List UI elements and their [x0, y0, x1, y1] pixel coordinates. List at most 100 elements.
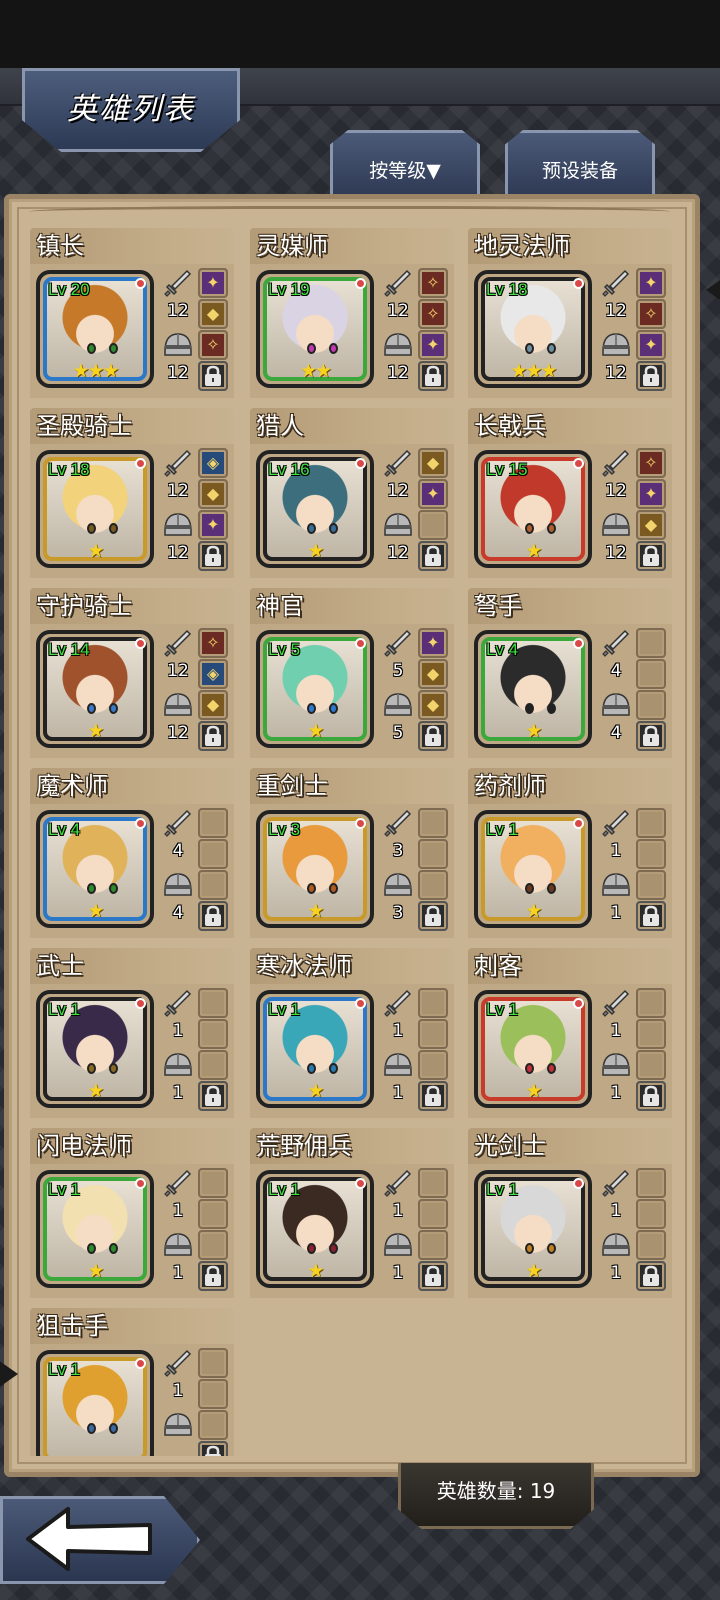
locked-slot[interactable] — [198, 361, 228, 391]
locked-slot[interactable] — [636, 1261, 666, 1291]
hero-card[interactable]: 刺客 Lv 1 ★ 1 1 — [468, 948, 672, 1118]
hero-portrait[interactable]: Lv 18 ★★★ — [474, 270, 592, 388]
hero-card[interactable]: 寒冰法师 Lv 1 ★ 1 1 — [250, 948, 454, 1118]
equipment-slot-empty[interactable] — [636, 690, 666, 720]
hero-card[interactable]: 镇长 Lv 20 ★★★ 12 12 ✦ ◆ ✧ — [30, 228, 234, 398]
hero-card[interactable]: 魔术师 Lv 4 ★ 4 4 — [30, 768, 234, 938]
equipment-slot-empty[interactable] — [198, 1168, 228, 1198]
equipment-slot-empty[interactable] — [198, 1199, 228, 1229]
equipment-slot-empty[interactable] — [636, 1230, 666, 1260]
equipment-slot-empty[interactable] — [418, 510, 448, 540]
equipment-slot[interactable]: ◆ — [418, 690, 448, 720]
hero-card[interactable]: 闪电法师 Lv 1 ★ 1 1 — [30, 1128, 234, 1298]
locked-slot[interactable] — [636, 901, 666, 931]
equipment-slot-empty[interactable] — [418, 808, 448, 838]
locked-slot[interactable] — [636, 361, 666, 391]
locked-slot[interactable] — [198, 541, 228, 571]
equipment-slot-empty[interactable] — [198, 1379, 228, 1409]
hero-portrait[interactable]: Lv 3 ★ — [256, 810, 374, 928]
locked-slot[interactable] — [418, 721, 448, 751]
hero-card[interactable]: 长戟兵 Lv 15 ★ 12 12 ✧ ✦ ◆ — [468, 408, 672, 578]
locked-slot[interactable] — [198, 1081, 228, 1111]
equipment-slot-empty[interactable] — [418, 988, 448, 1018]
hero-portrait[interactable]: Lv 1 ★ — [36, 1170, 154, 1288]
equipment-slot[interactable]: ✧ — [198, 330, 228, 360]
locked-slot[interactable] — [198, 901, 228, 931]
hero-portrait[interactable]: Lv 1 ★ — [474, 990, 592, 1108]
equipment-slot-empty[interactable] — [198, 808, 228, 838]
equipment-slot[interactable]: ◆ — [198, 479, 228, 509]
hero-grid[interactable]: 镇长 Lv 20 ★★★ 12 12 ✦ ◆ ✧ 灵媒师 Lv 19 ★★ 12 12 ✧ ✧ ✦ 地灵法师 Lv… — [30, 228, 680, 1456]
equipment-slot-empty[interactable] — [418, 870, 448, 900]
equipment-slot[interactable]: ◆ — [198, 690, 228, 720]
hero-card[interactable]: 圣殿骑士 Lv 18 ★ 12 12 ◈ ◆ ✦ — [30, 408, 234, 578]
equipment-slot[interactable]: ✧ — [418, 268, 448, 298]
equipment-slot[interactable]: ✧ — [418, 299, 448, 329]
equipment-slot-empty[interactable] — [418, 1019, 448, 1049]
locked-slot[interactable] — [636, 1081, 666, 1111]
equipment-slot[interactable]: ✧ — [198, 628, 228, 658]
equipment-slot-empty[interactable] — [198, 1230, 228, 1260]
equipment-slot[interactable]: ◈ — [198, 448, 228, 478]
equipment-slot[interactable]: ✦ — [198, 510, 228, 540]
equipment-slot[interactable]: ✦ — [418, 628, 448, 658]
equipment-slot[interactable]: ✦ — [418, 330, 448, 360]
hero-portrait[interactable]: Lv 1 ★ — [474, 810, 592, 928]
equipment-slot-empty[interactable] — [418, 839, 448, 869]
equipment-slot[interactable]: ✦ — [636, 268, 666, 298]
hero-card[interactable]: 重剑士 Lv 3 ★ 3 3 — [250, 768, 454, 938]
equipment-slot-empty[interactable] — [636, 659, 666, 689]
hero-card[interactable]: 神官 Lv 5 ★ 5 5 ✦ ◆ ◆ — [250, 588, 454, 758]
locked-slot[interactable] — [198, 1441, 228, 1456]
hero-portrait[interactable]: Lv 4 ★ — [36, 810, 154, 928]
equipment-slot-empty[interactable] — [636, 1199, 666, 1229]
hero-portrait[interactable]: Lv 1 ★ — [474, 1170, 592, 1288]
hero-portrait[interactable]: Lv 5 ★ — [256, 630, 374, 748]
equipment-slot-empty[interactable] — [198, 1019, 228, 1049]
hero-portrait[interactable]: Lv 15 ★ — [474, 450, 592, 568]
hero-portrait[interactable]: Lv 19 ★★ — [256, 270, 374, 388]
equipment-slot-empty[interactable] — [198, 1410, 228, 1440]
equipment-slot-empty[interactable] — [636, 628, 666, 658]
equipment-slot[interactable]: ✦ — [198, 268, 228, 298]
equipment-slot[interactable]: ◆ — [198, 299, 228, 329]
hero-card[interactable]: 光剑士 Lv 1 ★ 1 1 — [468, 1128, 672, 1298]
locked-slot[interactable] — [636, 721, 666, 751]
back-arrow-icon[interactable] — [24, 1505, 154, 1573]
hero-card[interactable]: 狙击手 Lv 1 1 — [30, 1308, 234, 1456]
equipment-slot[interactable]: ✧ — [636, 299, 666, 329]
equipment-slot[interactable]: ◆ — [418, 659, 448, 689]
equipment-slot-empty[interactable] — [198, 1050, 228, 1080]
equipment-slot-empty[interactable] — [636, 1050, 666, 1080]
hero-card[interactable]: 猎人 Lv 16 ★ 12 12 ◆ ✦ — [250, 408, 454, 578]
equipment-slot[interactable]: ◈ — [198, 659, 228, 689]
sort-by-level-button[interactable]: 按等级▼ — [330, 130, 480, 196]
equipment-slot[interactable]: ✦ — [418, 479, 448, 509]
locked-slot[interactable] — [418, 901, 448, 931]
hero-portrait[interactable]: Lv 14 ★ — [36, 630, 154, 748]
equipment-slot-empty[interactable] — [418, 1199, 448, 1229]
locked-slot[interactable] — [418, 541, 448, 571]
equipment-slot-empty[interactable] — [418, 1168, 448, 1198]
equipment-slot-empty[interactable] — [418, 1230, 448, 1260]
locked-slot[interactable] — [418, 1261, 448, 1291]
equipment-slot[interactable]: ◆ — [636, 510, 666, 540]
hero-portrait[interactable]: Lv 4 ★ — [474, 630, 592, 748]
locked-slot[interactable] — [636, 541, 666, 571]
preset-equipment-button[interactable]: 预设装备 — [505, 130, 655, 196]
locked-slot[interactable] — [198, 1261, 228, 1291]
equipment-slot-empty[interactable] — [198, 870, 228, 900]
equipment-slot-empty[interactable] — [198, 839, 228, 869]
equipment-slot-empty[interactable] — [636, 1168, 666, 1198]
hero-card[interactable]: 武士 Lv 1 ★ 1 1 — [30, 948, 234, 1118]
hero-card[interactable]: 弩手 Lv 4 ★ 4 4 — [468, 588, 672, 758]
equipment-slot-empty[interactable] — [198, 1348, 228, 1378]
hero-card[interactable]: 荒野佣兵 Lv 1 ★ 1 1 — [250, 1128, 454, 1298]
hero-portrait[interactable]: Lv 1 ★ — [256, 1170, 374, 1288]
hero-card[interactable]: 灵媒师 Lv 19 ★★ 12 12 ✧ ✧ ✦ — [250, 228, 454, 398]
hero-portrait[interactable]: Lv 1 ★ — [36, 990, 154, 1108]
equipment-slot-empty[interactable] — [636, 870, 666, 900]
equipment-slot-empty[interactable] — [636, 988, 666, 1018]
equipment-slot-empty[interactable] — [636, 808, 666, 838]
equipment-slot[interactable]: ✧ — [636, 448, 666, 478]
